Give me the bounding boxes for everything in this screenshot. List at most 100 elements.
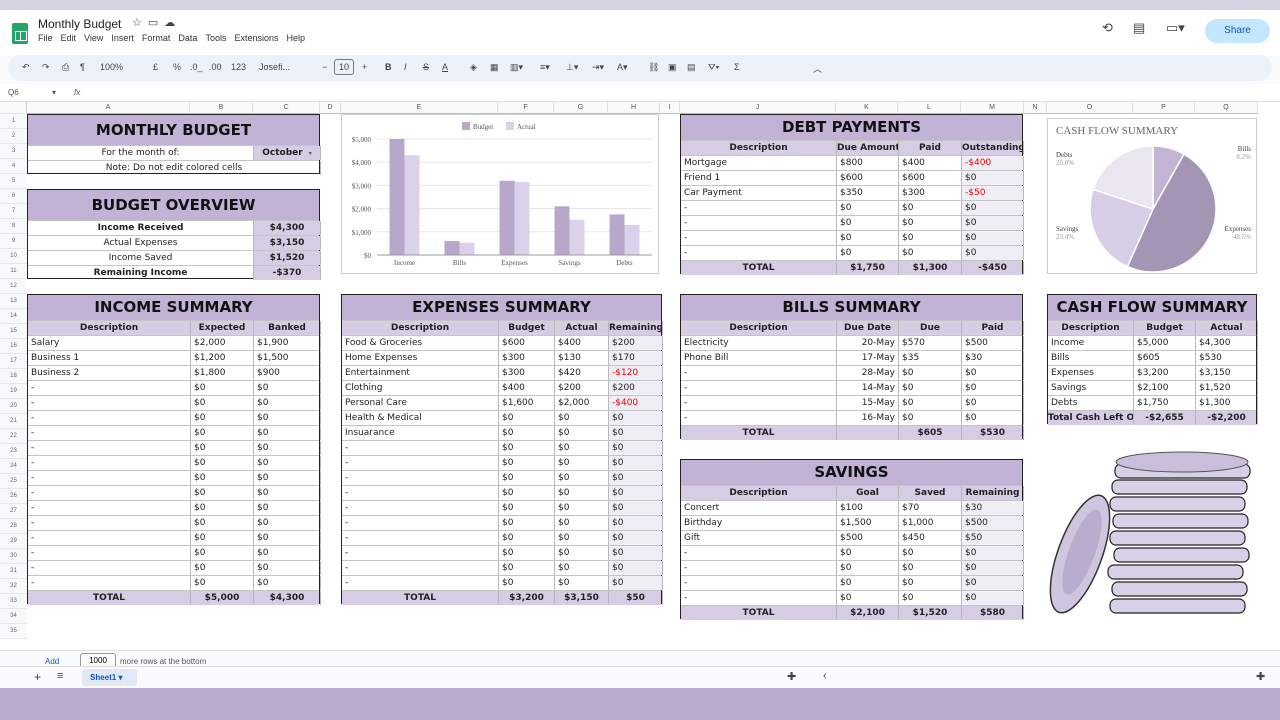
savings-row-cell[interactable]: $500 bbox=[962, 516, 1024, 530]
expenses-header-row-cell[interactable]: Budget bbox=[499, 321, 555, 335]
expenses-row-cell[interactable]: Food & Groceries bbox=[342, 336, 499, 350]
expenses-row-cell[interactable]: $0 bbox=[499, 576, 555, 590]
expenses-row-cell[interactable]: Clothing bbox=[342, 381, 499, 395]
expenses-row-cell[interactable]: $300 bbox=[499, 366, 555, 380]
bills-total-row-cell[interactable] bbox=[837, 426, 899, 440]
income-row-cell[interactable]: Salary bbox=[28, 336, 191, 350]
income-row-cell[interactable]: - bbox=[28, 531, 191, 545]
debt-row-cell[interactable]: - bbox=[681, 201, 837, 215]
bills-row-cell[interactable]: 28-May bbox=[837, 366, 899, 380]
cashflow-row-cell[interactable]: $1,750 bbox=[1134, 396, 1196, 410]
debt-total-row-cell[interactable]: -$450 bbox=[962, 261, 1024, 275]
income-row-cell[interactable]: $0 bbox=[191, 381, 254, 395]
income-row-cell[interactable]: $2,000 bbox=[191, 336, 254, 350]
savings-row-cell[interactable]: $0 bbox=[962, 561, 1024, 575]
history-icon[interactable]: ⟲ bbox=[1102, 20, 1113, 36]
expenses-row-cell[interactable]: $0 bbox=[609, 501, 663, 515]
bills-header-row-cell[interactable]: Description bbox=[681, 321, 837, 335]
column-header-N[interactable]: N bbox=[1024, 102, 1047, 114]
savings-row-cell[interactable]: $0 bbox=[899, 576, 962, 590]
debt-header-row-cell[interactable]: Outstanding bbox=[962, 141, 1024, 155]
debt-row-cell[interactable]: $300 bbox=[899, 186, 962, 200]
bills-row-cell[interactable]: $0 bbox=[962, 396, 1024, 410]
income-row-cell[interactable]: $0 bbox=[254, 531, 321, 545]
bills-total-row-cell[interactable]: $605 bbox=[899, 426, 962, 440]
cashflow-row-cell[interactable]: Expenses bbox=[1048, 366, 1134, 380]
savings-total-row-cell[interactable]: $2,100 bbox=[837, 606, 899, 620]
bills-total-row-cell[interactable]: TOTAL bbox=[681, 426, 837, 440]
cashflow-row-cell[interactable]: Savings bbox=[1048, 381, 1134, 395]
expenses-row-cell[interactable]: $0 bbox=[499, 516, 555, 530]
income-row-cell[interactable]: $0 bbox=[254, 471, 321, 485]
income-row-cell[interactable]: $1,200 bbox=[191, 351, 254, 365]
expenses-row-cell[interactable]: $0 bbox=[499, 531, 555, 545]
cashflow-header-row-cell[interactable]: Actual bbox=[1196, 321, 1258, 335]
income-row-cell[interactable]: $0 bbox=[191, 546, 254, 560]
income-row-cell[interactable]: $0 bbox=[254, 546, 321, 560]
bills-header-row-cell[interactable]: Due bbox=[899, 321, 962, 335]
income-row-cell[interactable]: Business 2 bbox=[28, 366, 191, 380]
savings-row-cell[interactable]: $50 bbox=[962, 531, 1024, 545]
expenses-row-cell[interactable]: $0 bbox=[609, 426, 663, 440]
savings-row-cell[interactable]: - bbox=[681, 576, 837, 590]
expenses-row-cell[interactable]: - bbox=[342, 456, 499, 470]
column-header-F[interactable]: F bbox=[498, 102, 554, 114]
bar-budget-debts[interactable] bbox=[609, 214, 625, 255]
row-header-14[interactable]: 14 bbox=[0, 309, 27, 324]
debt-row-cell[interactable]: $400 bbox=[899, 156, 962, 170]
expenses-row-cell[interactable]: $0 bbox=[609, 411, 663, 425]
savings-row-cell[interactable]: $0 bbox=[899, 546, 962, 560]
debt-row-cell[interactable]: $800 bbox=[837, 156, 899, 170]
debt-total-row-cell[interactable]: $1,750 bbox=[837, 261, 899, 275]
insert-comment-icon[interactable]: ▣ bbox=[668, 62, 677, 73]
expenses-row-cell[interactable]: Health & Medical bbox=[342, 411, 499, 425]
income-header-row-cell[interactable]: Expected bbox=[191, 321, 254, 335]
cashflow-pie-chart[interactable]: CASH FLOW SUMMARY Expenses 48.5% Savings 23.… bbox=[1047, 118, 1257, 274]
expenses-row-cell[interactable]: Personal Care bbox=[342, 396, 499, 410]
decrease-decimal-button[interactable]: .0_ bbox=[190, 62, 203, 72]
expenses-row-cell[interactable]: -$400 bbox=[609, 396, 663, 410]
row-header-7[interactable]: 7 bbox=[0, 204, 27, 219]
expenses-row-cell[interactable]: $0 bbox=[555, 441, 609, 455]
expenses-row-cell[interactable]: $0 bbox=[609, 576, 663, 590]
undo-icon[interactable]: ↶ bbox=[22, 62, 30, 73]
currency-button[interactable]: £ bbox=[153, 62, 158, 72]
debt-row-cell[interactable]: - bbox=[681, 231, 837, 245]
menu-tools[interactable]: Tools bbox=[205, 33, 226, 43]
debt-row-cell[interactable]: -$50 bbox=[962, 186, 1024, 200]
savings-row-cell[interactable]: Gift bbox=[681, 531, 837, 545]
row-header-16[interactable]: 16 bbox=[0, 339, 27, 354]
savings-row-cell[interactable]: $1,000 bbox=[899, 516, 962, 530]
expenses-row-cell[interactable]: $0 bbox=[555, 501, 609, 515]
bar-budget-income[interactable] bbox=[389, 139, 405, 255]
month-select[interactable]: October ▾ bbox=[254, 146, 321, 160]
bills-row-cell[interactable]: Electricity bbox=[681, 336, 837, 350]
column-header-D[interactable]: D bbox=[320, 102, 341, 114]
income-row-cell[interactable]: - bbox=[28, 426, 191, 440]
paint-format-icon[interactable]: ¶ bbox=[80, 62, 85, 72]
collapse-panel-icon[interactable]: ‹ bbox=[823, 670, 827, 682]
income-row-cell[interactable]: - bbox=[28, 501, 191, 515]
expenses-row-cell[interactable]: $300 bbox=[499, 351, 555, 365]
menu-edit[interactable]: Edit bbox=[61, 33, 77, 43]
bills-row-cell[interactable]: 20-May bbox=[837, 336, 899, 350]
bills-row-cell[interactable]: 15-May bbox=[837, 396, 899, 410]
add-sheet-icon[interactable]: + bbox=[34, 670, 41, 684]
expenses-row-cell[interactable]: $0 bbox=[499, 471, 555, 485]
column-header-L[interactable]: L bbox=[898, 102, 961, 114]
row-header-13[interactable]: 13 bbox=[0, 294, 27, 309]
income-row-cell[interactable]: - bbox=[28, 546, 191, 560]
bills-row-cell[interactable]: 14-May bbox=[837, 381, 899, 395]
expenses-row-cell[interactable]: $1,600 bbox=[499, 396, 555, 410]
income-total-row-cell[interactable]: TOTAL bbox=[28, 591, 191, 605]
share-button[interactable]: Share bbox=[1205, 19, 1270, 43]
row-header-12[interactable]: 12 bbox=[0, 279, 27, 294]
expenses-row-cell[interactable]: $400 bbox=[555, 336, 609, 350]
savings-row-cell[interactable]: $500 bbox=[837, 531, 899, 545]
savings-header-row-cell[interactable]: Goal bbox=[837, 486, 899, 500]
expenses-row-cell[interactable]: $170 bbox=[609, 351, 663, 365]
bills-total-row-cell[interactable]: $530 bbox=[962, 426, 1024, 440]
cashflow-header-row-cell[interactable]: Budget bbox=[1134, 321, 1196, 335]
income-row-cell[interactable]: $0 bbox=[254, 411, 321, 425]
debt-row-cell[interactable]: $600 bbox=[899, 171, 962, 185]
